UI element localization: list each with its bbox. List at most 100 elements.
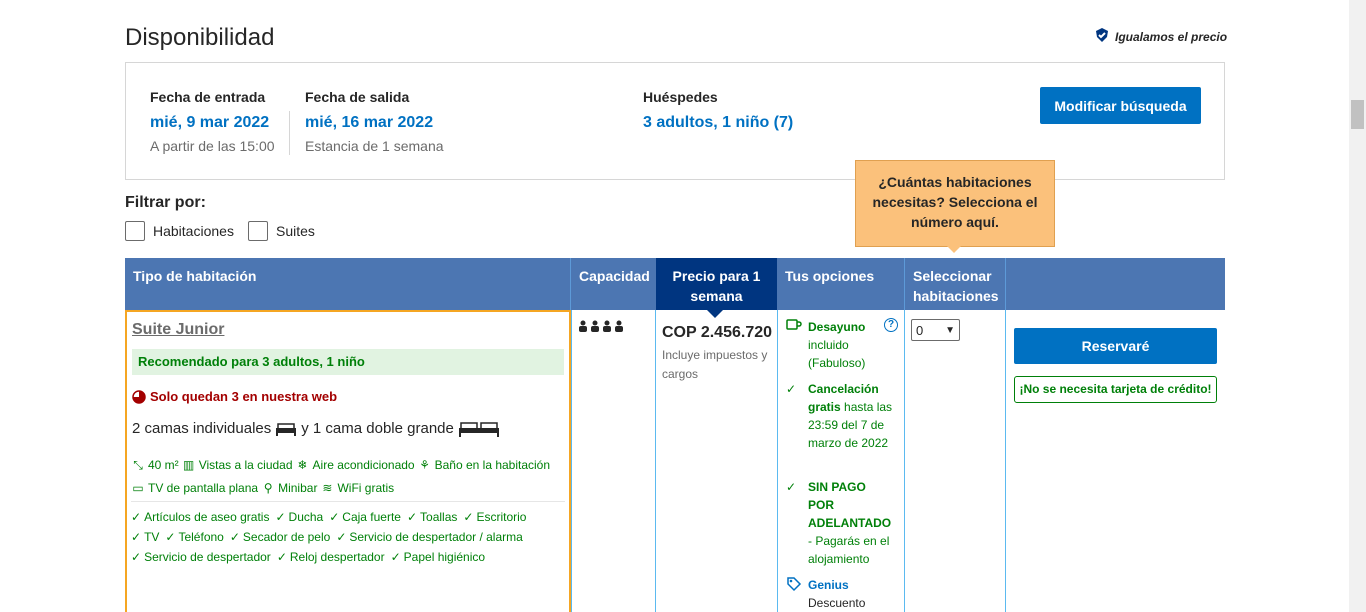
- filter-title: Filtrar por:: [125, 194, 206, 211]
- room-name-link[interactable]: Suite Junior: [132, 321, 224, 339]
- filter-option-rooms[interactable]: Habitaciones: [125, 221, 234, 241]
- rooms-filter-label: Habitaciones: [153, 223, 234, 239]
- chevron-down-icon: ▼: [945, 324, 955, 336]
- facility-label: Secador de pelo: [242, 530, 331, 544]
- select-rooms-tooltip: ¿Cuántas habitaciones necesitas? Selecci…: [855, 160, 1055, 247]
- page-title: Disponibilidad: [125, 24, 275, 51]
- facility-item: ✓ Caja fuerte: [329, 510, 401, 524]
- check-icon: ✓: [131, 510, 142, 524]
- person-icon: [579, 320, 623, 332]
- facility-item: ✓ Servicio de despertador / alarma: [336, 530, 522, 544]
- nopay-sub: - Pagarás en el alojamiento: [808, 534, 890, 566]
- facility-item: ✓ Artículos de aseo gratis: [131, 510, 269, 524]
- check-icon: ✓: [229, 530, 240, 544]
- select-cell: [904, 310, 1006, 612]
- checkin-group: Fecha de entrada mié, 9 mar 2022 A parti…: [150, 89, 275, 154]
- double-bed-icon: [458, 421, 499, 437]
- nopay-text: SIN PAGO POR ADELANTADO - Pagarás en el …: [808, 478, 896, 568]
- room-quantity-value: 0: [916, 322, 924, 338]
- check-icon: ✓: [336, 530, 347, 544]
- recommended-badge: Recomendado para 3 adultos, 1 niño: [132, 349, 564, 375]
- tag-icon: [786, 576, 802, 597]
- checkin-sub: A partir de las 15:00: [150, 138, 275, 154]
- header-room-type: Tipo de habitación: [133, 268, 257, 284]
- scrollbar-thumb[interactable]: [1351, 100, 1364, 129]
- amenity: Aire acondicionado: [312, 458, 415, 472]
- suites-filter-label: Suites: [276, 223, 315, 239]
- check-icon: ✓: [275, 510, 286, 524]
- cancel-text: Cancelación gratis hasta las 23:59 del 7…: [808, 380, 896, 452]
- facility-label: Artículos de aseo gratis: [144, 510, 270, 524]
- checkout-value[interactable]: mié, 16 mar 2022: [305, 114, 444, 132]
- bath-icon: ⚘: [419, 458, 430, 472]
- shield-check-icon: [1094, 27, 1110, 46]
- price-match-label: Igualamos el precio: [1115, 29, 1228, 44]
- help-icon[interactable]: ?: [884, 318, 898, 332]
- clock-icon: [132, 389, 146, 404]
- facility-label: Papel higiénico: [403, 550, 486, 564]
- cancel-body: gratis hasta las 23:59 del 7 de marzo de…: [808, 398, 896, 452]
- facility-item: ✓ TV: [131, 530, 159, 544]
- cancel-title: Cancelación: [808, 382, 879, 396]
- guests-value[interactable]: 3 adultos, 1 niño (7): [643, 114, 793, 132]
- modify-search-button[interactable]: Modificar búsqueda: [1040, 87, 1201, 124]
- scrollbar-track[interactable]: [1349, 0, 1366, 612]
- single-bed-icon: [276, 422, 297, 436]
- facilities-row: ✓ Servicio de despertador ✓ Reloj desperta…: [131, 550, 485, 564]
- amenity: 40 m²: [148, 458, 179, 472]
- checkout-label: Fecha de salida: [305, 89, 410, 105]
- room-size-icon: ⤡: [133, 457, 143, 472]
- room-quantity-select[interactable]: 0 ▼: [911, 319, 960, 341]
- tv-icon: ▭: [132, 481, 144, 495]
- table-header: Tipo de habitación Capacidad Precio para…: [125, 258, 1225, 310]
- facility-label: Toallas: [420, 510, 458, 524]
- amenity: TV de pantalla plana: [148, 481, 259, 495]
- coffee-icon: [786, 318, 802, 337]
- facility-item: ✓ Secador de pelo: [230, 530, 330, 544]
- facility-item: ✓ Papel higiénico: [391, 550, 485, 564]
- beds-text-1: 2 camas individuales: [132, 420, 272, 437]
- facility-item: ✓ Reloj despertador: [277, 550, 385, 564]
- checkin-value[interactable]: mié, 9 mar 2022: [150, 114, 275, 132]
- filter-option-suites[interactable]: Suites: [248, 221, 315, 241]
- city-view-icon: ▥: [183, 458, 195, 472]
- guests-label: Huéspedes: [643, 89, 718, 105]
- checkout-group: Fecha de salida mié, 16 mar 2022 Estanci…: [305, 89, 444, 154]
- facility-label: Servicio de despertador / alarma: [349, 530, 523, 544]
- facility-item: ✓ Teléfono: [165, 530, 223, 544]
- capacity-cell: [571, 310, 656, 612]
- header-price-line2: semana: [690, 288, 743, 304]
- genius-title: Genius: [808, 578, 849, 592]
- checkout-sub: Estancia de 1 semana: [305, 138, 444, 154]
- divider: [131, 501, 565, 502]
- facilities-row: ✓ TV ✓ Teléfono ✓ Secador de pelo ✓ Servicio…: [131, 530, 523, 544]
- guests-group: Huéspedes 3 adultos, 1 niño (7): [643, 89, 793, 138]
- rooms-checkbox[interactable]: [125, 221, 145, 241]
- check-icon: ✓: [131, 550, 142, 564]
- amenities-row: ⤡ 40 m² ▥ Vistas a la ciudad ❄ Aire acon…: [131, 457, 550, 473]
- minibar-icon: ⚲: [263, 481, 273, 495]
- facility-item: ✓ Servicio de despertador: [131, 550, 271, 564]
- tooltip-line: número aquí.: [911, 214, 999, 230]
- nopay-title: ADELANTADO: [808, 516, 892, 530]
- header-select-line2: habitaciones: [913, 288, 999, 304]
- tooltip-line: ¿Cuántas habitaciones: [878, 174, 1032, 190]
- wifi-icon: ≋: [322, 481, 333, 495]
- breakfast-sub: incluido: [808, 338, 849, 352]
- tooltip-arrow: [946, 245, 962, 253]
- facility-label: Caja fuerte: [342, 510, 401, 524]
- header-capacity: Capacidad: [579, 268, 650, 284]
- suites-checkbox[interactable]: [248, 221, 268, 241]
- breakfast-title: Desayuno: [808, 320, 866, 334]
- facility-item: ✓ Toallas: [407, 510, 457, 524]
- checkmark-icon: ✓: [786, 480, 797, 494]
- bed-info: 2 camas individuales y 1 cama doble gran…: [132, 420, 500, 437]
- header-options: Tus opciones: [785, 268, 875, 284]
- price-pointer: [707, 310, 723, 318]
- reserve-button[interactable]: Reservaré: [1014, 328, 1217, 364]
- price-match-badge[interactable]: Igualamos el precio: [1094, 27, 1227, 46]
- checkmark-icon: ✓: [786, 382, 797, 396]
- genius-text: Genius Descuento: [808, 576, 896, 612]
- facility-label: Teléfono: [178, 530, 224, 544]
- check-icon: ✓: [406, 510, 418, 524]
